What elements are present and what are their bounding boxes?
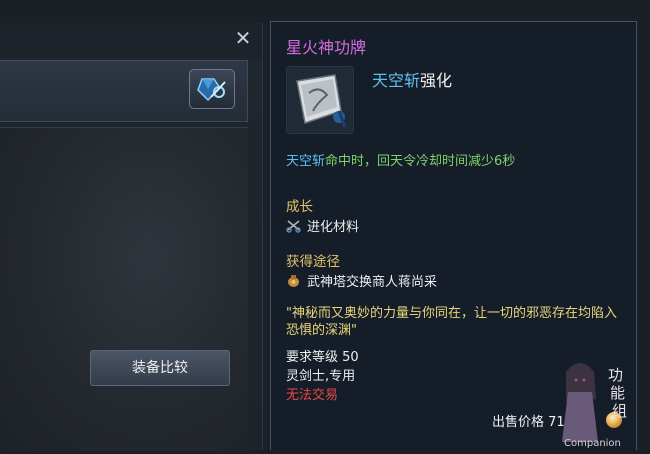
effect-skill: 天空斩 bbox=[286, 154, 326, 169]
window-title-bar bbox=[0, 23, 262, 58]
source-item-label: 武神塔交换商人蒋尚采 bbox=[307, 275, 438, 290]
equipment-preview-area bbox=[0, 127, 248, 451]
item-icon bbox=[286, 66, 354, 134]
flavor-text: "神秘而又奥妙的力量与你同在，让一切的邪恶存在均陷入恐惧的深渊" bbox=[286, 306, 617, 338]
growth-item-label: 进化材料 bbox=[307, 220, 360, 235]
close-icon: ✕ bbox=[234, 26, 252, 50]
source-title: 获得途径 bbox=[286, 254, 340, 270]
class-requirement: 灵剑士,专用 bbox=[286, 369, 356, 384]
trade-status: 无法交易 bbox=[286, 388, 339, 403]
effect-line: 天空斩命中时，回天令冷却时间减少6秒 bbox=[286, 150, 515, 169]
svg-text:能: 能 bbox=[610, 384, 625, 402]
growth-item: 进化材料 bbox=[286, 216, 359, 235]
enhance-line: 天空斩强化 bbox=[372, 67, 452, 91]
close-button[interactable]: ✕ bbox=[234, 26, 252, 50]
item-name: 星火神功牌 bbox=[286, 38, 367, 57]
gem-button[interactable] bbox=[189, 69, 235, 109]
source-item: 武神塔交换商人蒋尚采 bbox=[286, 271, 437, 290]
badge-icon bbox=[287, 67, 353, 133]
equipment-window: ✕ 装备比较 bbox=[0, 23, 263, 451]
scissors-icon bbox=[286, 218, 301, 233]
svg-text:组: 组 bbox=[612, 402, 627, 420]
svg-text:Companion: Companion bbox=[564, 438, 621, 449]
gem-icon bbox=[197, 78, 226, 102]
growth-title: 成长 bbox=[286, 199, 313, 215]
companion-avatar-icon: 功 能 组 Companion bbox=[562, 363, 627, 449]
pouch-icon bbox=[286, 273, 301, 288]
companion-watermark: 功 能 组 Companion bbox=[540, 350, 650, 450]
skill-name: 天空斩 bbox=[372, 71, 421, 90]
compare-equipment-button[interactable]: 装备比较 bbox=[90, 350, 230, 386]
enhance-suffix: 强化 bbox=[420, 71, 453, 90]
effect-text: 命中时，回天令冷却时间减少6秒 bbox=[325, 154, 516, 169]
svg-text:功: 功 bbox=[608, 366, 623, 384]
level-requirement: 要求等级 50 bbox=[286, 350, 359, 365]
